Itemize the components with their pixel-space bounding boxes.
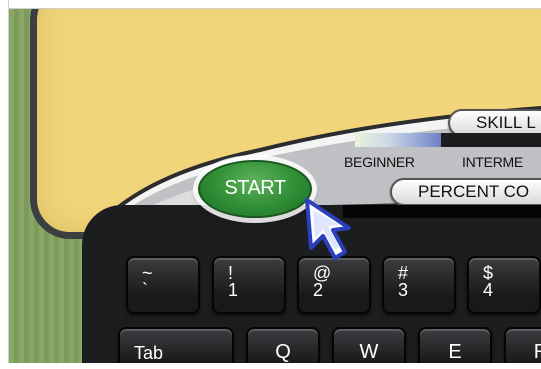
start-button-label: START <box>224 177 286 199</box>
key-tilde[interactable]: ~ ` <box>126 256 200 314</box>
window-frame-bottom <box>0 363 541 369</box>
window-frame-top <box>0 0 541 9</box>
window-frame-left <box>0 0 9 369</box>
key-4[interactable]: $ 4 <box>467 256 541 314</box>
key-2-bottom: 2 <box>313 280 324 300</box>
percent-complete-label: PERCENT CO <box>390 178 541 206</box>
start-button[interactable]: START <box>198 160 312 218</box>
key-e-label: E <box>448 341 462 363</box>
level-intermediate-label: INTERME <box>462 154 523 170</box>
skill-level-meter-fill <box>355 133 441 147</box>
key-q-label: Q <box>275 341 291 363</box>
key-tilde-bottom: ` <box>142 280 148 300</box>
key-r-label: R <box>533 341 541 363</box>
key-tab-label: Tab <box>134 343 164 363</box>
percent-complete-bar <box>343 205 541 218</box>
key-3[interactable]: # 3 <box>382 256 456 314</box>
skill-level-meter <box>355 133 541 147</box>
key-1-bottom: 1 <box>228 280 239 300</box>
key-1[interactable]: ! 1 <box>212 256 286 314</box>
key-3-bottom: 3 <box>398 280 409 300</box>
typing-game-stage: SKILL L BEGINNER INTERME PERCENT CO STAR… <box>0 0 541 369</box>
key-w-label: W <box>359 341 379 363</box>
key-4-bottom: 4 <box>483 280 494 300</box>
level-beginner-label: BEGINNER <box>344 154 415 170</box>
pointer-arrow-icon <box>305 198 351 260</box>
